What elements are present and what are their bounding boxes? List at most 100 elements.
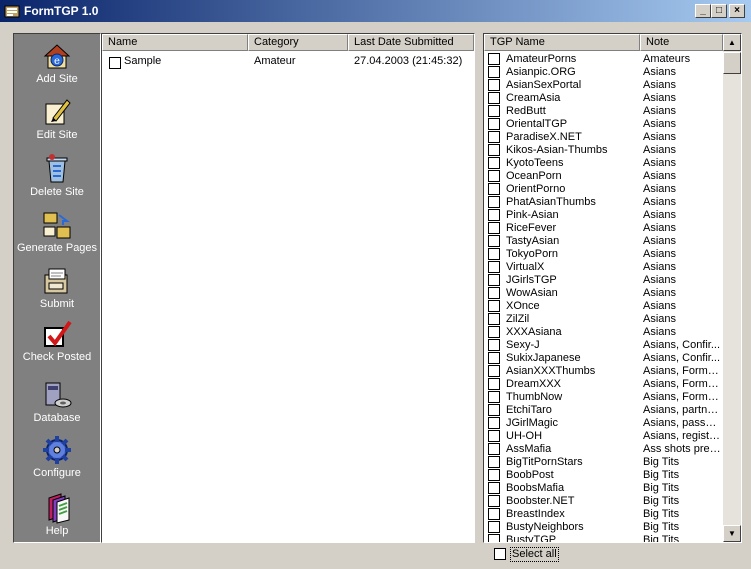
- list-item[interactable]: BoobsMafia Big Tits: [484, 482, 723, 495]
- row-checkbox[interactable]: [488, 196, 500, 208]
- row-checkbox[interactable]: [488, 170, 500, 182]
- row-checkbox[interactable]: [488, 105, 500, 117]
- list-item[interactable]: Boobster.NET Big Tits: [484, 495, 723, 508]
- list-item[interactable]: UH-OH Asians, registe...: [484, 430, 723, 443]
- list-item[interactable]: OrientPorno Asians: [484, 183, 723, 196]
- list-item[interactable]: BoobPost Big Tits: [484, 469, 723, 482]
- list-item[interactable]: AsianXXXThumbs Asians, FormT...: [484, 365, 723, 378]
- list-item[interactable]: BigTitPornStars Big Tits: [484, 456, 723, 469]
- row-checkbox[interactable]: [488, 66, 500, 78]
- row-checkbox[interactable]: [488, 235, 500, 247]
- sidebar-item-check-posted[interactable]: Check Posted: [14, 318, 100, 370]
- row-checkbox[interactable]: [488, 391, 500, 403]
- list-item[interactable]: Kikos-Asian-Thumbs Asians: [484, 144, 723, 157]
- list-item[interactable]: DreamXXX Asians, FormT...: [484, 378, 723, 391]
- row-checkbox[interactable]: [488, 92, 500, 104]
- list-item[interactable]: BreastIndex Big Tits: [484, 508, 723, 521]
- list-item[interactable]: JGirlMagic Asians, passw...: [484, 417, 723, 430]
- list-item[interactable]: OrientalTGP Asians: [484, 118, 723, 131]
- row-checkbox[interactable]: [488, 443, 500, 455]
- row-checkbox[interactable]: [488, 261, 500, 273]
- row-checkbox[interactable]: [488, 131, 500, 143]
- row-checkbox[interactable]: [488, 118, 500, 130]
- list-item[interactable]: BustyTGP Big Tits: [484, 534, 723, 542]
- list-item[interactable]: XXXAsiana Asians: [484, 326, 723, 339]
- row-checkbox[interactable]: [488, 53, 500, 65]
- select-all-box[interactable]: [494, 548, 506, 560]
- row-checkbox[interactable]: [488, 209, 500, 221]
- sites-list[interactable]: Name Category Last Date Submitted Sample…: [101, 33, 475, 543]
- column-header-category[interactable]: Category: [248, 34, 348, 51]
- title-bar[interactable]: FormTGP 1.0 _ □ ×: [0, 0, 751, 22]
- table-row[interactable]: Sample Amateur 27.04.2003 (21:45:32): [102, 53, 474, 71]
- row-checkbox[interactable]: [488, 469, 500, 481]
- row-checkbox[interactable]: [488, 495, 500, 507]
- row-checkbox[interactable]: [488, 326, 500, 338]
- row-checkbox[interactable]: [488, 183, 500, 195]
- list-item[interactable]: TokyoPorn Asians: [484, 248, 723, 261]
- list-item[interactable]: BustyNeighbors Big Tits: [484, 521, 723, 534]
- list-item[interactable]: TastyAsian Asians: [484, 235, 723, 248]
- list-item[interactable]: Asianpic.ORG Asians: [484, 66, 723, 79]
- row-checkbox[interactable]: [488, 534, 500, 542]
- list-item[interactable]: AssMafia Ass shots pref...: [484, 443, 723, 456]
- row-checkbox[interactable]: [488, 274, 500, 286]
- tgp-list[interactable]: TGP Name Note AmateurPorns Amateurs Asianp…: [483, 33, 742, 543]
- sidebar-item-configure[interactable]: Configure: [14, 434, 100, 486]
- row-checkbox[interactable]: [488, 157, 500, 169]
- list-item[interactable]: OceanPorn Asians: [484, 170, 723, 183]
- list-item[interactable]: AsianSexPortal Asians: [484, 79, 723, 92]
- row-checkbox[interactable]: [488, 508, 500, 520]
- list-item[interactable]: EtchiTaro Asians, partne...: [484, 404, 723, 417]
- list-item[interactable]: Sexy-J Asians, Confir...: [484, 339, 723, 352]
- list-item[interactable]: VirtualX Asians: [484, 261, 723, 274]
- sidebar-item-add-site[interactable]: e Add Site: [14, 40, 100, 92]
- list-item[interactable]: ParadiseX.NET Asians: [484, 131, 723, 144]
- vertical-scrollbar[interactable]: ▲ ▼: [723, 34, 741, 542]
- row-checkbox[interactable]: [488, 79, 500, 91]
- sidebar-item-help[interactable]: Help: [14, 492, 100, 544]
- list-item[interactable]: Pink-Asian Asians: [484, 209, 723, 222]
- row-checkbox[interactable]: [488, 417, 500, 429]
- column-header-name[interactable]: Name: [102, 34, 248, 51]
- column-header-tgp-name[interactable]: TGP Name: [484, 34, 640, 51]
- list-item[interactable]: SukixJapanese Asians, Confir...: [484, 352, 723, 365]
- list-item[interactable]: KyotoTeens Asians: [484, 157, 723, 170]
- list-item[interactable]: JGirlsTGP Asians: [484, 274, 723, 287]
- list-item[interactable]: PhatAsianThumbs Asians: [484, 196, 723, 209]
- row-checkbox[interactable]: [488, 430, 500, 442]
- row-checkbox[interactable]: [488, 339, 500, 351]
- sidebar-item-database[interactable]: Database: [14, 379, 100, 431]
- row-checkbox[interactable]: [488, 521, 500, 533]
- close-button[interactable]: ×: [729, 4, 745, 18]
- row-checkbox[interactable]: [488, 482, 500, 494]
- row-checkbox[interactable]: [109, 55, 121, 71]
- list-item[interactable]: RiceFever Asians: [484, 222, 723, 235]
- row-checkbox[interactable]: [488, 248, 500, 260]
- list-item[interactable]: ZilZil Asians: [484, 313, 723, 326]
- row-checkbox[interactable]: [488, 300, 500, 312]
- minimize-button[interactable]: _: [695, 4, 711, 18]
- row-checkbox[interactable]: [488, 456, 500, 468]
- sidebar-item-submit[interactable]: Submit: [14, 265, 100, 317]
- list-item[interactable]: WowAsian Asians: [484, 287, 723, 300]
- sidebar-item-generate-pages[interactable]: Generate Pages: [14, 209, 100, 261]
- row-checkbox[interactable]: [488, 313, 500, 325]
- row-checkbox[interactable]: [488, 222, 500, 234]
- column-header-note[interactable]: Note: [640, 34, 723, 51]
- scroll-down-button[interactable]: ▼: [723, 525, 741, 542]
- row-checkbox[interactable]: [488, 404, 500, 416]
- list-item[interactable]: CreamAsia Asians: [484, 92, 723, 105]
- scroll-thumb[interactable]: [723, 52, 741, 74]
- row-checkbox[interactable]: [488, 352, 500, 364]
- row-checkbox[interactable]: [488, 365, 500, 377]
- column-header-last-date[interactable]: Last Date Submitted: [348, 34, 474, 51]
- list-item[interactable]: ThumbNow Asians, FormT...: [484, 391, 723, 404]
- sidebar-item-delete-site[interactable]: Delete Site: [14, 153, 100, 205]
- scroll-up-button[interactable]: ▲: [723, 34, 741, 51]
- list-item[interactable]: RedButt Asians: [484, 105, 723, 118]
- maximize-button[interactable]: □: [711, 4, 727, 18]
- list-item[interactable]: XOnce Asians: [484, 300, 723, 313]
- sidebar-item-edit-site[interactable]: Edit Site: [14, 96, 100, 148]
- row-checkbox[interactable]: [488, 378, 500, 390]
